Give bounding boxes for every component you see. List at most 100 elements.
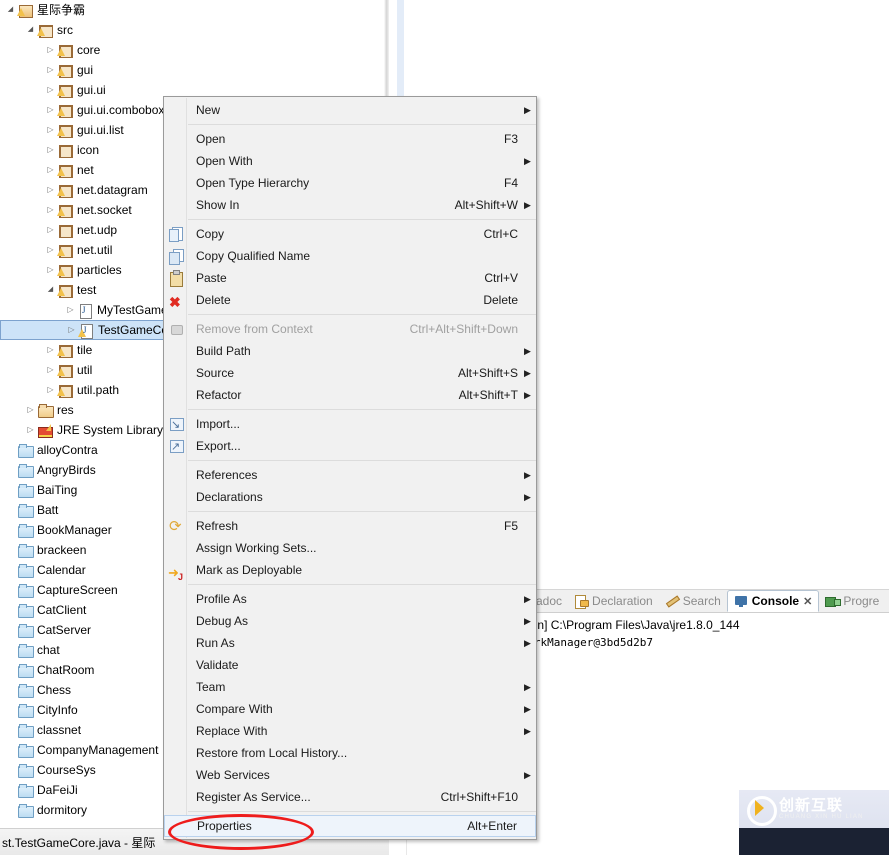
menu-item-new[interactable]: New▶ [164, 99, 536, 121]
menu-item-run-as[interactable]: Run As▶ [164, 632, 536, 654]
menu-item-remove-from-context: Remove from ContextCtrl+Alt+Shift+Down▶ [164, 318, 536, 340]
console-tab-progre[interactable]: Progre [819, 590, 885, 612]
package-warning-icon [57, 182, 73, 198]
package-warning-icon [57, 262, 73, 278]
expand-arrow-right-icon[interactable]: ▷ [44, 220, 57, 240]
submenu-arrow-icon: ▶ [518, 362, 528, 384]
menu-item-properties[interactable]: PropertiesAlt+Enter▶ [164, 815, 536, 837]
expand-arrow-down-icon[interactable]: ◢ [24, 20, 37, 40]
expand-arrow-down-icon[interactable]: ◢ [4, 0, 17, 20]
expand-arrow-right-icon[interactable]: ▷ [44, 60, 57, 80]
menu-item-label: Profile As [196, 588, 518, 610]
expand-arrow-right-icon[interactable]: ▷ [64, 300, 77, 320]
menu-item-register-as-service[interactable]: Register As Service...Ctrl+Shift+F10▶ [164, 786, 536, 808]
expand-arrow-right-icon[interactable]: ▷ [44, 140, 57, 160]
submenu-arrow-icon: ▶ [518, 676, 528, 698]
expand-arrow-right-icon[interactable]: ▷ [44, 40, 57, 60]
console-tab-search[interactable]: Search [659, 590, 727, 612]
menu-item-build-path[interactable]: Build Path▶ [164, 340, 536, 362]
submenu-arrow-placeholder: ▶ [518, 128, 528, 150]
closed-project-icon [17, 742, 33, 758]
menu-item-open[interactable]: OpenF3▶ [164, 128, 536, 150]
tree-item-label: gui [73, 60, 93, 80]
menu-item-open-type-hierarchy[interactable]: Open Type HierarchyF4▶ [164, 172, 536, 194]
menu-item-show-in[interactable]: Show InAlt+Shift+W▶ [164, 194, 536, 216]
expand-arrow-right-icon[interactable]: ▷ [44, 260, 57, 280]
menu-item-assign-working-sets[interactable]: Assign Working Sets...▶ [164, 537, 536, 559]
menu-item-accelerator: Alt+Shift+T [443, 384, 518, 406]
close-icon[interactable]: ✕ [803, 595, 812, 608]
menu-item-debug-as[interactable]: Debug As▶ [164, 610, 536, 632]
menu-item-profile-as[interactable]: Profile As▶ [164, 588, 536, 610]
closed-project-icon [17, 442, 33, 458]
menu-item-accelerator: F5 [488, 515, 518, 537]
tree-item-label: src [53, 20, 73, 40]
submenu-arrow-icon: ▶ [518, 194, 528, 216]
menu-item-export[interactable]: Export...▶ [164, 435, 536, 457]
watermark-en: CHUANG XIN HU LIAN [779, 814, 864, 820]
menu-item-paste[interactable]: PasteCtrl+V▶ [164, 267, 536, 289]
project-java-icon [17, 2, 33, 18]
tree-item-label: util [73, 360, 92, 380]
expand-arrow-right-icon[interactable]: ▷ [44, 340, 57, 360]
refresh-icon [168, 518, 184, 534]
expand-arrow-right-icon[interactable]: ▷ [44, 240, 57, 260]
menu-item-declarations[interactable]: Declarations▶ [164, 486, 536, 508]
expand-arrow-right-icon[interactable]: ▷ [44, 380, 57, 400]
submenu-arrow-icon: ▶ [518, 486, 528, 508]
package-warning-icon [57, 102, 73, 118]
menu-item-label: Declarations [196, 486, 518, 508]
tree-item-label: classnet [33, 720, 81, 740]
expand-arrow-right-icon[interactable]: ▷ [44, 120, 57, 140]
menu-item-accelerator: Delete [467, 289, 518, 311]
menu-item-import[interactable]: Import...▶ [164, 413, 536, 435]
menu-item-web-services[interactable]: Web Services▶ [164, 764, 536, 786]
expand-arrow-right-icon[interactable]: ▷ [44, 100, 57, 120]
menu-item-label: Register As Service... [196, 786, 425, 808]
tree-item[interactable]: ▷ gui [0, 60, 389, 80]
progress-icon [825, 594, 839, 608]
tree-item[interactable]: ◢星际争霸 [0, 0, 389, 20]
menu-item-copy[interactable]: CopyCtrl+C▶ [164, 223, 536, 245]
expand-arrow-down-icon[interactable]: ◢ [44, 280, 57, 300]
menu-item-label: Open Type Hierarchy [196, 172, 488, 194]
menu-item-copy-qualified-name[interactable]: Copy Qualified Name▶ [164, 245, 536, 267]
menu-item-compare-with[interactable]: Compare With▶ [164, 698, 536, 720]
context-menu[interactable]: New▶ OpenF3▶Open With▶Open Type Hierarchy… [163, 96, 537, 840]
expand-arrow-right-icon[interactable]: ▷ [24, 400, 37, 420]
menu-item-team[interactable]: Team▶ [164, 676, 536, 698]
menu-item-refresh[interactable]: RefreshF5▶ [164, 515, 536, 537]
menu-item-open-with[interactable]: Open With▶ [164, 150, 536, 172]
expand-arrow-right-icon[interactable]: ▷ [44, 200, 57, 220]
package-warning-icon [57, 62, 73, 78]
menu-item-references[interactable]: References▶ [164, 464, 536, 486]
menu-item-restore-from-local-history[interactable]: Restore from Local History...▶ [164, 742, 536, 764]
expand-arrow-right-icon[interactable]: ▷ [44, 160, 57, 180]
submenu-arrow-placeholder: ▶ [517, 815, 527, 837]
menu-item-replace-with[interactable]: Replace With▶ [164, 720, 536, 742]
menu-item-label: Web Services [196, 764, 518, 786]
menu-item-label: Export... [196, 435, 518, 457]
submenu-arrow-icon: ▶ [518, 99, 528, 121]
menu-item-label: Source [196, 362, 442, 384]
menu-item-mark-as-deployable[interactable]: Mark as Deployable▶ [164, 559, 536, 581]
menu-item-delete[interactable]: DeleteDelete▶ [164, 289, 536, 311]
menu-item-source[interactable]: SourceAlt+Shift+S▶ [164, 362, 536, 384]
tree-item-label: particles [73, 260, 122, 280]
menu-item-accelerator: Alt+Shift+S [442, 362, 518, 384]
tree-item[interactable]: ◢ src [0, 20, 389, 40]
menu-item-refactor[interactable]: RefactorAlt+Shift+T▶ [164, 384, 536, 406]
console-tab-console[interactable]: Console✕ [727, 590, 820, 612]
tree-item[interactable]: ▷core [0, 40, 389, 60]
tree-item-label: CaptureScreen [33, 580, 118, 600]
expand-arrow-right-icon[interactable]: ▷ [44, 360, 57, 380]
menu-item-accelerator: Ctrl+Shift+F10 [425, 786, 518, 808]
expand-arrow-right-icon[interactable]: ▷ [44, 80, 57, 100]
expand-arrow-right-icon[interactable]: ▷ [24, 420, 37, 440]
expand-arrow-right-icon[interactable]: ▷ [44, 180, 57, 200]
menu-item-validate[interactable]: Validate▶ [164, 654, 536, 676]
expand-arrow-right-icon[interactable]: ▷ [65, 320, 78, 340]
console-tab-declaration[interactable]: Declaration [568, 590, 659, 612]
closed-project-icon [17, 642, 33, 658]
closed-project-icon [17, 722, 33, 738]
